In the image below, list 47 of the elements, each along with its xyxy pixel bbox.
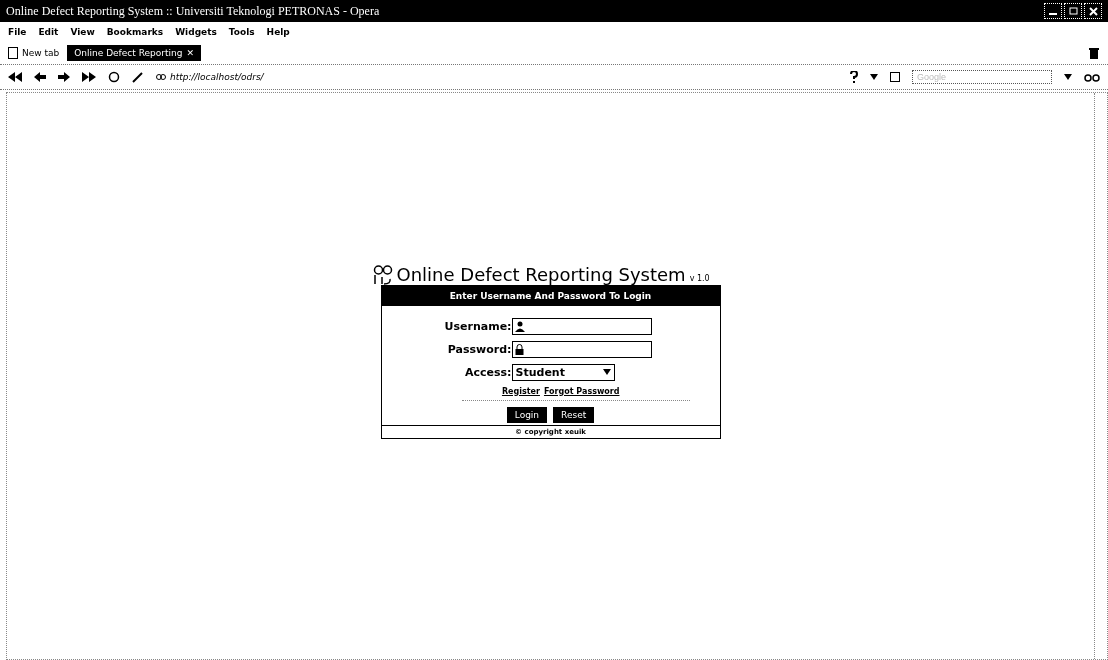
minimize-button[interactable] xyxy=(1044,3,1062,19)
password-field[interactable] xyxy=(511,340,652,358)
reset-button[interactable]: Reset xyxy=(553,406,595,423)
window-title: Online Defect Reporting System :: Universiti Teknologi PETRONAS - Opera xyxy=(6,3,380,19)
new-tab-button[interactable]: New tab xyxy=(8,47,60,59)
field-label: Password: xyxy=(446,342,512,356)
field-label: Access: xyxy=(464,365,512,379)
menu-item[interactable]: Help xyxy=(266,27,290,37)
user-icon xyxy=(514,320,525,332)
reload-icon[interactable] xyxy=(108,71,120,83)
address-field[interactable]: http://localhost/odrs/ xyxy=(156,72,838,82)
close-icon xyxy=(1088,6,1098,16)
glasses-icon[interactable] xyxy=(1084,72,1100,82)
wand-icon[interactable] xyxy=(132,71,144,83)
login-button[interactable]: Login xyxy=(506,406,548,423)
menu-item[interactable]: Widgets xyxy=(175,27,217,37)
help-icon[interactable] xyxy=(850,71,858,83)
link[interactable]: Register xyxy=(501,386,540,396)
dropdown-icon xyxy=(602,369,611,375)
search-field[interactable]: Google xyxy=(912,70,1052,84)
page-icon xyxy=(8,47,18,59)
trash-icon[interactable] xyxy=(1088,47,1100,59)
window-icon xyxy=(1068,7,1078,15)
menu-item[interactable]: View xyxy=(70,27,95,37)
dropdown-icon[interactable] xyxy=(1064,74,1072,80)
lock-icon xyxy=(514,343,524,355)
rewind-icon[interactable] xyxy=(8,72,22,82)
menu-item[interactable]: File xyxy=(8,27,27,37)
menu-item[interactable]: Bookmarks xyxy=(106,27,164,37)
browser-tab[interactable]: Online Defect Reporting ✕ xyxy=(67,45,201,61)
menu-item[interactable]: Tools xyxy=(228,27,255,37)
fast-forward-icon[interactable] xyxy=(82,72,96,82)
restore-button[interactable] xyxy=(1064,3,1082,19)
app-title: Online Defect Reporting System xyxy=(396,263,686,285)
field-label: Username: xyxy=(443,319,512,333)
username-field[interactable] xyxy=(511,317,652,335)
close-button[interactable] xyxy=(1084,3,1102,19)
search-engine-icon[interactable] xyxy=(890,72,900,82)
forward-icon[interactable] xyxy=(58,72,70,82)
login-header: Enter Username And Password To Login xyxy=(381,285,720,306)
back-icon[interactable] xyxy=(34,72,46,82)
link[interactable]: Forgot Password xyxy=(543,386,620,396)
dropdown-icon[interactable] xyxy=(870,74,878,80)
rings-icon xyxy=(156,72,166,82)
version-label: v 1.0 xyxy=(689,273,710,283)
access-select[interactable]: Student xyxy=(511,363,615,381)
menu-item[interactable]: Edit xyxy=(38,27,59,37)
